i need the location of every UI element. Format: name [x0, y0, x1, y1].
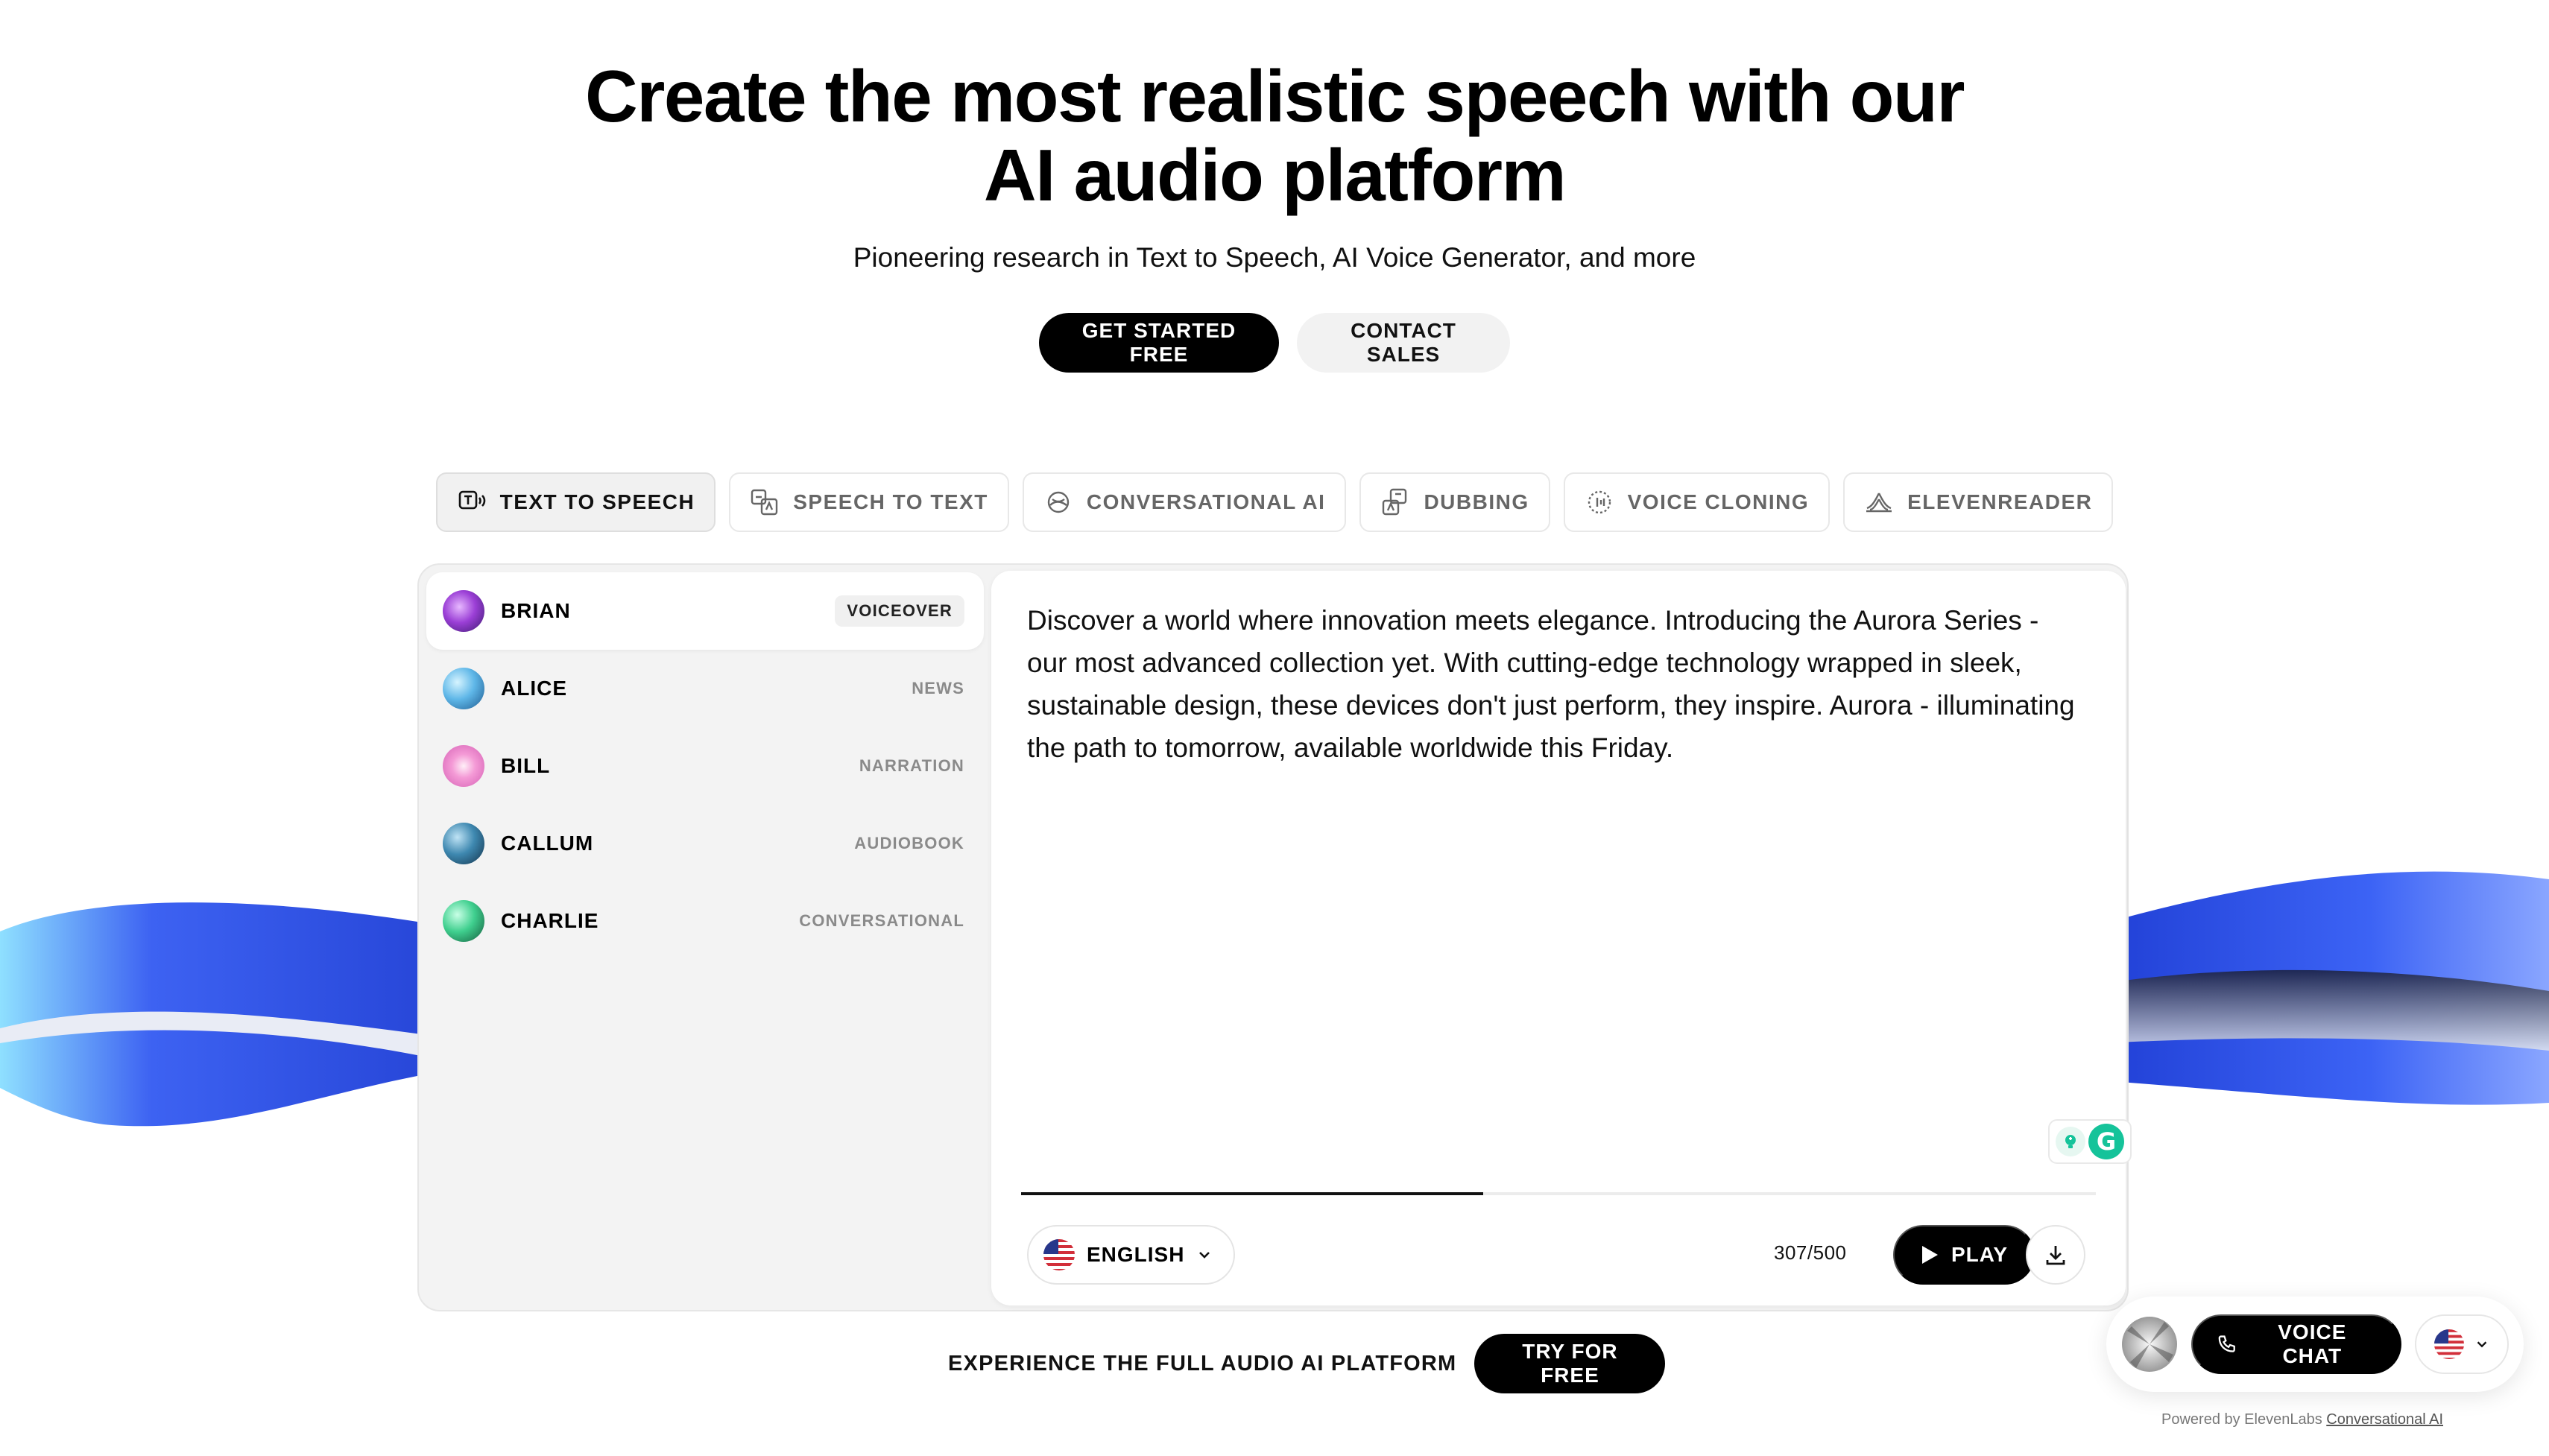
tab-dubbing[interactable]: DUBBING: [1359, 472, 1550, 532]
hero-cta-row: GET STARTED FREE CONTACT SALES: [0, 313, 2549, 373]
language-selector[interactable]: ENGLISH: [1027, 1225, 1236, 1285]
dubbing-icon: [1383, 488, 1407, 516]
tab-label: CONVERSATIONAL AI: [1086, 490, 1326, 513]
page-title: Create the most realistic speech with ou…: [0, 57, 2549, 215]
bottom-cta-label: EXPERIENCE THE FULL AUDIO AI PLATFORM: [948, 1351, 1457, 1376]
voice-name: ALICE: [501, 677, 567, 700]
voice-tag: NEWS: [912, 679, 964, 697]
tab-label: DUBBING: [1424, 490, 1529, 513]
us-flag-icon: [1043, 1239, 1075, 1270]
play-icon: [1922, 1246, 1938, 1264]
tts-demo-panel: BRIAN VOICEOVER ALICE NEWS BILL NARRATIO…: [417, 563, 2132, 1311]
voice-cloning-icon: [1588, 490, 1611, 514]
download-button[interactable]: [2026, 1225, 2085, 1285]
play-button[interactable]: PLAY: [1893, 1225, 2035, 1285]
voice-list: BRIAN VOICEOVER ALICE NEWS BILL NARRATIO…: [426, 572, 984, 960]
voice-item-alice[interactable]: ALICE NEWS: [426, 650, 984, 727]
speech-to-text-icon: [751, 489, 778, 516]
voice-item-callum[interactable]: CALLUM AUDIOBOOK: [426, 805, 984, 882]
voice-chat-button[interactable]: VOICE CHAT: [2191, 1314, 2402, 1374]
character-counter: 307/500: [1774, 1241, 1847, 1264]
title-line-1: Create the most realistic speech with ou…: [584, 55, 1965, 137]
text-to-speech-icon: [458, 490, 485, 510]
text-progress-fill: [1021, 1192, 1484, 1195]
blue-wave-left-decoration: [0, 902, 432, 1127]
agent-orb-icon: [2122, 1317, 2177, 1372]
tab-label: TEXT TO SPEECH: [499, 490, 695, 513]
voice-item-bill[interactable]: BILL NARRATION: [426, 727, 984, 805]
play-label: PLAY: [1951, 1243, 2009, 1266]
text-progress-bar: [1021, 1192, 2096, 1195]
contact-sales-button[interactable]: CONTACT SALES: [1297, 313, 1510, 373]
tab-label: VOICE CLONING: [1627, 490, 1810, 513]
language-label: ENGLISH: [1087, 1243, 1185, 1266]
us-flag-icon: [2434, 1329, 2465, 1359]
hero-subtitle: Pioneering research in Text to Speech, A…: [853, 242, 1696, 273]
chevron-down-icon: [2477, 1341, 2487, 1348]
grammarly-logo-icon: G: [2088, 1124, 2124, 1159]
voice-avatar: [443, 745, 484, 787]
grammarly-widget[interactable]: G: [2048, 1119, 2132, 1164]
powered-prefix: Powered by ElevenLabs: [2161, 1411, 2322, 1428]
voice-tag: NARRATION: [859, 756, 964, 775]
voice-chat-label: VOICE CHAT: [2278, 1320, 2347, 1367]
voice-item-brian[interactable]: BRIAN VOICEOVER: [426, 572, 984, 650]
tab-text-to-speech[interactable]: TEXT TO SPEECH: [435, 472, 716, 532]
voice-item-charlie[interactable]: CHARLIE CONVERSATIONAL: [426, 882, 984, 960]
tab-voice-cloning[interactable]: VOICE CLONING: [1563, 472, 1831, 532]
hero-section: Create the most realistic speech with ou…: [0, 57, 2549, 373]
voice-avatar: [443, 823, 484, 864]
voice-name: CHARLIE: [501, 909, 599, 932]
conversational-ai-link[interactable]: Conversational AI: [2326, 1411, 2443, 1428]
tab-label: SPEECH TO TEXT: [793, 490, 988, 513]
widget-language-selector[interactable]: [2415, 1314, 2509, 1374]
elevenreader-icon: [1866, 493, 1892, 513]
voice-tag: CONVERSATIONAL: [799, 911, 964, 930]
voice-avatar: [443, 668, 484, 709]
blue-wave-right-decoration: [2102, 871, 2549, 1105]
voice-avatar: [443, 900, 484, 942]
tab-conversational-ai[interactable]: CONVERSATIONAL AI: [1022, 472, 1347, 532]
get-started-free-button[interactable]: GET STARTED FREE: [1039, 313, 1279, 373]
voice-chat-widget: VOICE CHAT: [2106, 1297, 2524, 1392]
tab-speech-to-text[interactable]: SPEECH TO TEXT: [729, 472, 1009, 532]
tab-elevenreader[interactable]: ELEVENREADER: [1843, 472, 2114, 532]
title-line-2: AI audio platform: [983, 134, 1567, 216]
download-icon: [2046, 1246, 2065, 1265]
tts-editor: Discover a world where innovation meets …: [991, 571, 2132, 1305]
try-for-free-button[interactable]: TRY FOR FREE: [1474, 1334, 1666, 1393]
powered-by-text: Powered by ElevenLabs Conversational AI: [2161, 1411, 2443, 1428]
voice-name: BRIAN: [501, 599, 571, 622]
chevron-down-icon: [1199, 1252, 1210, 1259]
voice-avatar: [443, 590, 484, 632]
conversational-ai-icon: [1047, 491, 1070, 513]
voice-name: BILL: [501, 754, 551, 777]
tts-text-input[interactable]: Discover a world where innovation meets …: [1027, 599, 2085, 769]
voice-tag: AUDIOBOOK: [854, 834, 964, 852]
product-tabs: TEXT TO SPEECH SPEECH TO TEXT CONVERSATI…: [0, 472, 2549, 532]
bottom-cta: EXPERIENCE THE FULL AUDIO AI PLATFORM TR…: [948, 1334, 1666, 1393]
lightbulb-icon: [2056, 1127, 2085, 1156]
phone-icon: [2218, 1335, 2235, 1352]
voice-tag: VOICEOVER: [835, 595, 964, 627]
tab-label: ELEVENREADER: [1907, 490, 2093, 513]
voice-name: CALLUM: [501, 832, 594, 855]
